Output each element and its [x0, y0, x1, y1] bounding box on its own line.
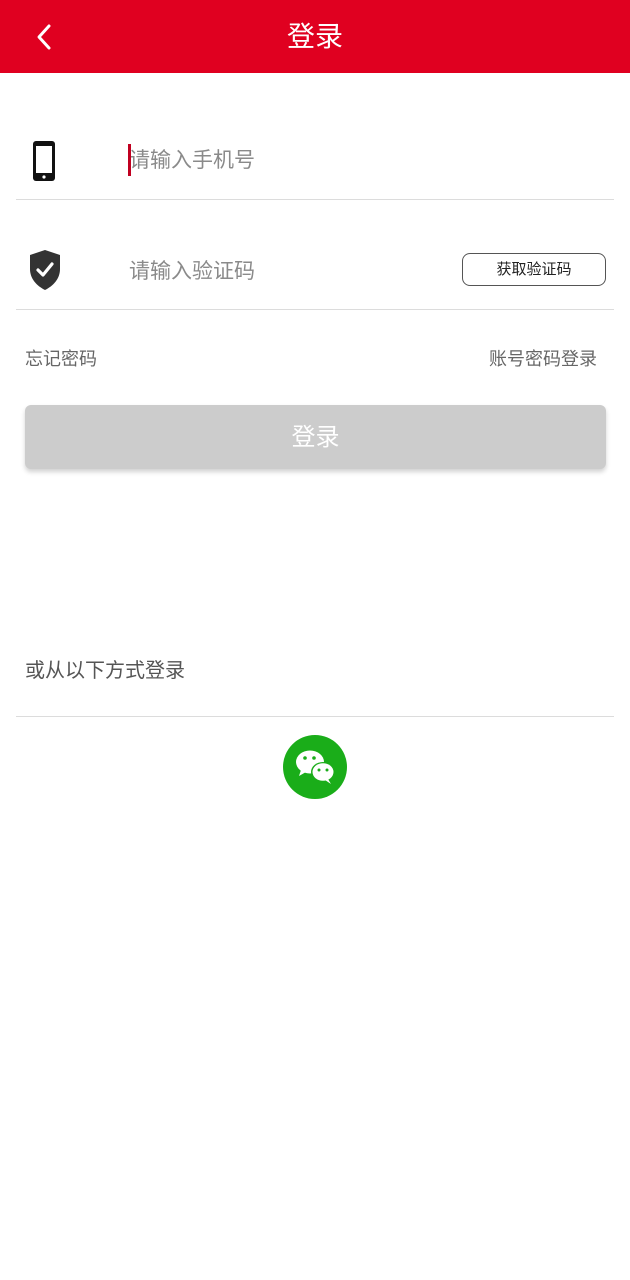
verification-code-input[interactable] [129, 251, 449, 291]
page-title: 登录 [286, 20, 343, 53]
phone-input[interactable] [129, 140, 569, 180]
login-page: 登录 获取验证码 忘记密码 账号密码登录 登录 或从以下方式登录 [0, 0, 630, 1280]
wechat-login-button[interactable] [283, 735, 347, 799]
login-button[interactable]: 登录 [25, 405, 606, 469]
text-caret [128, 144, 131, 176]
back-button[interactable] [22, 14, 68, 60]
phone-row [16, 110, 614, 200]
header-bar: 登录 [0, 0, 630, 73]
get-code-button[interactable]: 获取验证码 [462, 253, 606, 286]
divider [16, 716, 614, 717]
forgot-password-link[interactable]: 忘记密码 [25, 345, 97, 371]
other-methods-label: 或从以下方式登录 [25, 658, 185, 682]
phone-icon [28, 140, 60, 186]
chevron-left-icon [37, 24, 51, 50]
account-password-login-link[interactable]: 账号密码登录 [489, 345, 597, 371]
shield-check-icon [28, 249, 62, 295]
wechat-icon [283, 735, 347, 799]
code-row: 获取验证码 [16, 220, 614, 310]
